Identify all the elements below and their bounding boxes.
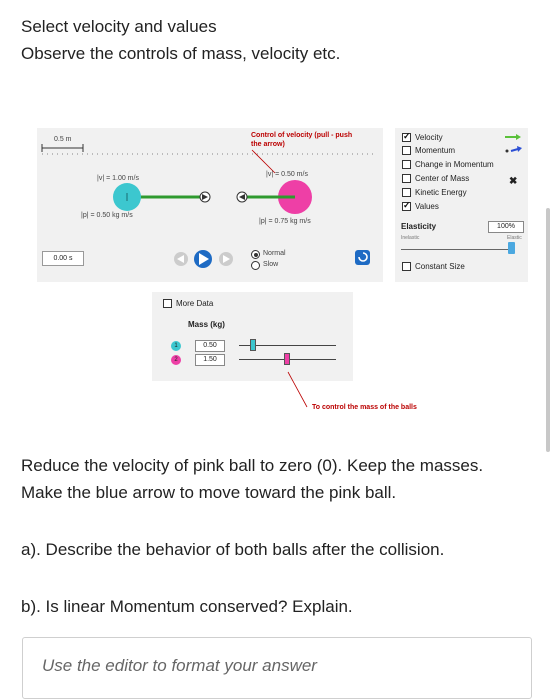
mass-annotation: To control the mass of the balls (312, 404, 417, 411)
ball2-mass-slider-thumb[interactable] (284, 353, 290, 365)
inelastic-label: Inelastic (401, 235, 420, 241)
center-mass-checkbox[interactable] (402, 174, 411, 183)
values-option-label: Values (415, 202, 439, 211)
mass-header: Mass (kg) (188, 320, 225, 329)
ball1-mass-input[interactable]: 0.50 (195, 340, 225, 352)
instruction-line-1: Reduce the velocity of pink ball to zero… (21, 456, 484, 475)
momentum-option-label: Momentum (415, 146, 456, 155)
mass-panel: More Data Mass (kg) 1 2 0.50 1.50 (152, 292, 353, 381)
center-mass-option-label: Center of Mass (415, 174, 470, 183)
momentum-legend-icon (505, 149, 509, 153)
question-a: a). Describe the behavior of both balls … (21, 540, 445, 559)
velocity-checkbox[interactable] (402, 131, 411, 142)
scrollbar[interactable] (546, 208, 550, 452)
change-momentum-option-label: Change in Momentum (415, 160, 494, 169)
kinetic-energy-checkbox[interactable] (402, 188, 411, 197)
velocity-annotation-2: the arrow) (251, 141, 285, 148)
intro-line-2: Observe the controls of mass, velocity e… (21, 44, 341, 63)
elasticity-slider-track[interactable] (401, 249, 515, 250)
ball2-mass-badge: 2 (171, 355, 181, 365)
speed-normal-label: Normal (263, 250, 286, 257)
intro-line-1: Select velocity and values (21, 17, 217, 36)
ball2-mass-input[interactable]: 1.50 (195, 354, 225, 366)
speed-normal-radio[interactable] (251, 250, 260, 259)
simulation-area: 0.5 m Control of velocity (pull - push t… (37, 128, 383, 282)
constant-size-checkbox[interactable] (402, 262, 411, 271)
ball1-momentum-value: |p| = 0.50 kg m/s (81, 212, 133, 219)
more-data-checkbox[interactable] (163, 299, 172, 308)
simulation-canvas (41, 144, 377, 268)
ball1-velocity-value: |v| = 1.00 m/s (97, 175, 139, 182)
kinetic-energy-option-label: Kinetic Energy (415, 188, 467, 197)
values-checkbox[interactable] (402, 200, 411, 211)
speed-slow-radio[interactable] (251, 261, 260, 270)
ball1-mass-badge: 1 (171, 341, 181, 351)
velocity-annotation: Control of velocity (pull - push (251, 132, 353, 139)
more-data-label: More Data (176, 299, 214, 308)
answer-placeholder: Use the editor to format your answer (42, 656, 317, 675)
velocity-option-label: Velocity (415, 133, 443, 142)
speed-slow-label: Slow (263, 261, 279, 268)
legend-icons (505, 134, 522, 153)
elastic-label: Elastic (507, 235, 522, 241)
ball2-momentum-value: |p| = 0.75 kg m/s (259, 218, 311, 225)
constant-size-label: Constant Size (415, 262, 465, 271)
ball2-velocity-value: |v| = 0.50 m/s (266, 171, 308, 178)
ball1-mass-slider-thumb[interactable] (250, 339, 256, 351)
answer-editor[interactable]: Use the editor to format your answer (22, 637, 532, 699)
timer-display: 0.00 s (42, 251, 84, 266)
center-mass-icon: ✖ (509, 176, 518, 187)
elasticity-slider-thumb[interactable] (508, 242, 515, 254)
options-panel: Velocity Momentum Change in Momentum Cen… (395, 128, 528, 282)
intro-text: Select velocity and values Observe the c… (21, 13, 340, 67)
question-b: b). Is linear Momentum conserved? Explai… (21, 597, 353, 616)
elasticity-label: Elasticity (401, 222, 437, 231)
instruction-line-2: Make the blue arrow to move toward the p… (21, 483, 397, 502)
change-momentum-checkbox[interactable] (402, 160, 411, 169)
velocity-annotation-line (251, 149, 276, 174)
momentum-checkbox[interactable] (402, 146, 411, 155)
elasticity-value: 100% (488, 221, 524, 233)
